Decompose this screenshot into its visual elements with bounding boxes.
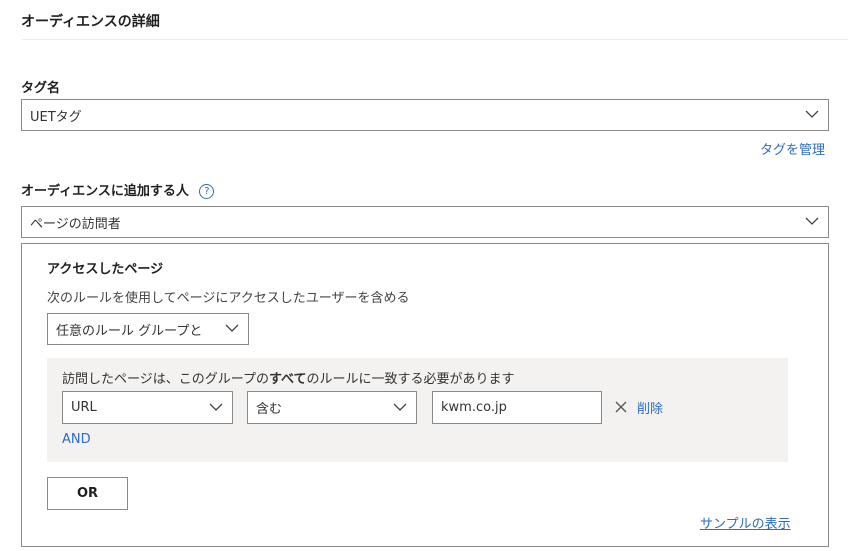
rule-field-value: URL [71, 400, 97, 415]
visited-pages-title: アクセスしたページ [47, 262, 164, 277]
rule-operator-select[interactable]: 含む [247, 391, 417, 424]
rule-group-select-value: 任意のルール グループと [56, 323, 203, 339]
rule-operator-value: 含む [256, 402, 283, 417]
rule-sentence-suffix: のルールに一致する必要があります [306, 372, 515, 387]
rule-value-text: kwm.co.jp [441, 400, 507, 415]
audience-label-text: オーディエンスに追加する人 [21, 184, 189, 199]
audience-select[interactable]: ページの訪問者 [21, 206, 829, 238]
chevron-down-icon [393, 403, 407, 411]
audience-select-value: ページの訪問者 [30, 216, 121, 232]
title-divider [22, 39, 848, 40]
chevron-down-icon [209, 403, 223, 411]
add-and-rule-link[interactable]: AND [62, 432, 91, 447]
delete-rule-link[interactable]: 削除 [637, 398, 663, 417]
rule-sentence-bold: すべて [268, 372, 307, 387]
page-title: オーディエンスの詳細 [21, 14, 160, 30]
tag-select-value: UETタグ [30, 109, 82, 125]
show-sample-link[interactable]: サンプルの表示 [700, 513, 791, 532]
rule-group-sentence: 訪問したページは、このグループのすべてのルールに一致する必要があります [62, 368, 515, 387]
rule-value-input[interactable]: kwm.co.jp [432, 391, 602, 424]
audience-label: オーディエンスに追加する人 ? [21, 180, 215, 199]
tag-name-label: タグ名 [21, 81, 61, 96]
or-button[interactable]: OR [47, 477, 128, 510]
rule-group-select[interactable]: 任意のルール グループと [47, 313, 249, 345]
rule-field-select[interactable]: URL [62, 391, 233, 424]
chevron-down-icon [221, 324, 239, 332]
tag-select[interactable]: UETタグ [21, 99, 829, 131]
chevron-down-icon [805, 217, 819, 225]
manage-tags-link[interactable]: タグを管理 [760, 139, 825, 158]
visited-pages-description: 次のルールを使用してページにアクセスしたユーザーを含める [47, 291, 410, 306]
help-icon[interactable]: ? [199, 184, 215, 199]
close-icon[interactable] [615, 401, 627, 413]
chevron-down-icon [805, 110, 819, 118]
rule-sentence-prefix: 訪問したページは、このグループの [62, 372, 269, 387]
